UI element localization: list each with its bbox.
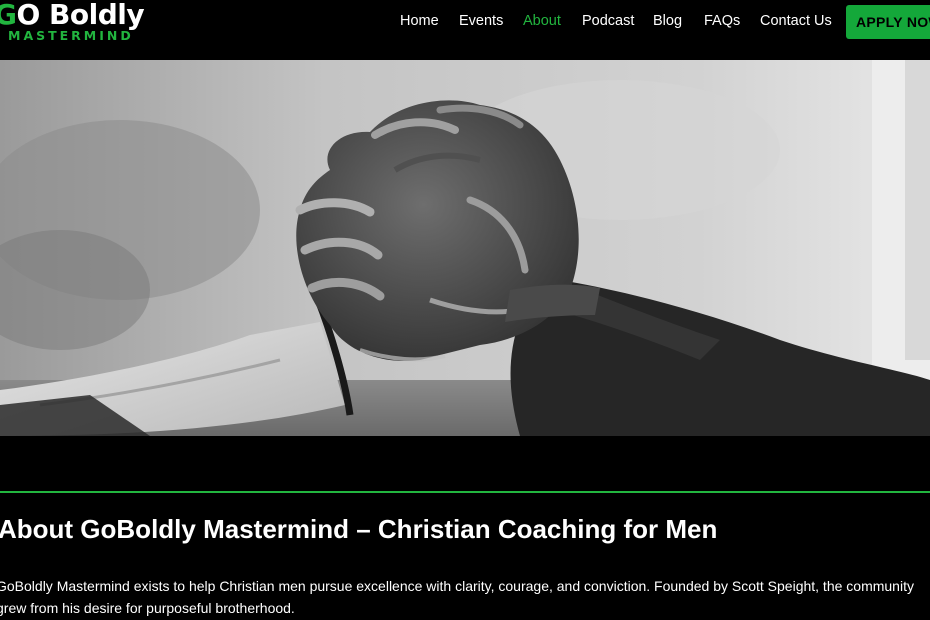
nav-faqs[interactable]: FAQs [704,13,740,29]
logo-wordmark: GO Boldly [0,0,145,31]
hero-image [0,60,930,436]
nav-contact-us[interactable]: Contact Us [760,13,832,29]
logo-g-mark: G [0,0,17,31]
nav-podcast[interactable]: Podcast [582,13,634,29]
apply-now-button[interactable]: APPLY NOW [846,5,930,39]
nav-events[interactable]: Events [459,13,503,29]
nav-home[interactable]: Home [400,13,439,29]
nav-about[interactable]: About [523,13,561,29]
logo-subtitle: MASTERMIND [8,28,134,43]
page-title: About GoBoldly Mastermind – Christian Co… [0,514,718,544]
intro-paragraph: GoBoldly Mastermind exists to help Chris… [0,578,914,616]
goboldly-logo[interactable]: GO Boldly MASTERMIND [0,0,174,48]
section-divider [0,491,930,493]
logo-word: O Boldly [16,0,145,31]
nav-blog[interactable]: Blog [653,13,682,29]
arm-wrestling-hands-photo [0,60,930,436]
site-header: GO Boldly MASTERMIND Home Events About P… [0,0,930,60]
